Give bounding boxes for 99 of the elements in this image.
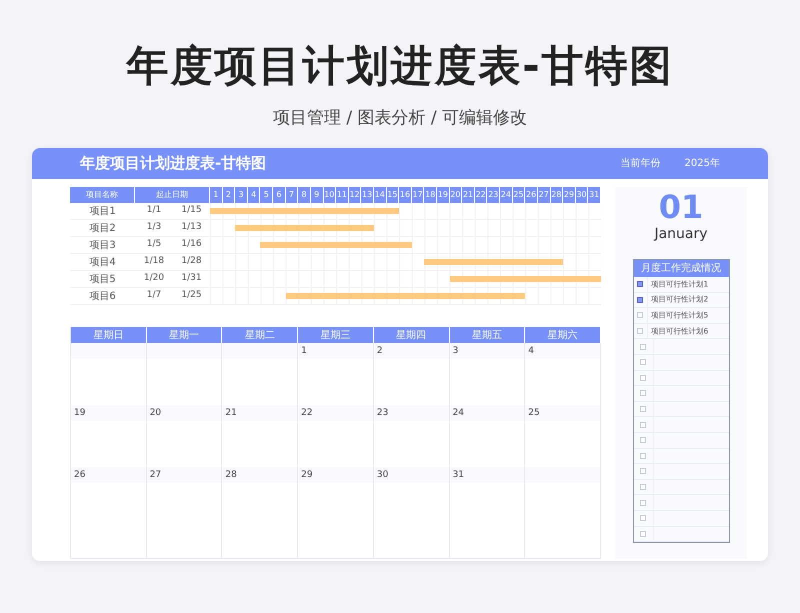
day-header: 14 — [374, 187, 387, 203]
day-header: 8 — [298, 187, 311, 203]
day-header: 4 — [248, 187, 260, 203]
day-header: 25 — [512, 187, 526, 203]
calendar-date: 2 — [376, 346, 383, 356]
start-date: 1/18 — [135, 254, 173, 271]
month-name: January — [654, 225, 708, 243]
calendar-date: 3 — [452, 346, 458, 356]
project-name: 项目1 — [70, 203, 135, 220]
day-header: 10 — [324, 187, 336, 203]
checkbox[interactable] — [640, 500, 646, 506]
day-header: 2 — [222, 187, 236, 203]
checkbox[interactable] — [640, 530, 646, 537]
checkbox[interactable] — [640, 406, 646, 412]
checkbox[interactable] — [640, 344, 646, 350]
calendar-date: 1 — [301, 346, 307, 356]
sheet-title: 年度项目计划进度表-甘特图 — [80, 153, 266, 174]
calendar-date: 23 — [376, 408, 388, 418]
weekday-header: 星期六 — [525, 327, 601, 343]
day-header: 9 — [310, 187, 324, 203]
checkbox[interactable] — [640, 374, 646, 381]
banner-subtitle: 项目管理 / 图表分析 / 可编辑修改 — [272, 107, 528, 130]
day-header: 3 — [235, 187, 248, 203]
day-header: 24 — [500, 187, 513, 203]
start-date: 1/3 — [135, 220, 173, 237]
day-header: 15 — [386, 187, 400, 203]
day-header: 12 — [348, 187, 362, 203]
day-header: 19 — [437, 187, 450, 203]
checkbox[interactable] — [637, 296, 644, 303]
calendar-date: 26 — [74, 470, 86, 480]
start-date: 1/20 — [135, 271, 173, 288]
checkbox[interactable] — [637, 281, 644, 288]
day-header: 18 — [424, 187, 438, 203]
calendar-date: 31 — [452, 470, 464, 480]
checkbox[interactable] — [640, 515, 646, 522]
checkbox[interactable] — [637, 312, 644, 318]
day-header: 22 — [474, 187, 488, 203]
checkbox[interactable] — [640, 468, 646, 474]
project-name: 项目2 — [70, 220, 135, 237]
checklist-title: 月度工作完成情况 — [634, 260, 728, 277]
day-header: 20 — [450, 187, 462, 203]
weekday-header: 星期一 — [146, 327, 222, 343]
checkbox[interactable] — [640, 437, 646, 444]
end-date: 1/25 — [173, 288, 210, 305]
weekday-header: 星期三 — [298, 327, 374, 343]
day-header: 21 — [462, 187, 475, 203]
project-name: 项目6 — [70, 288, 135, 305]
day-header: 29 — [563, 187, 576, 203]
year-label: 当前年份 — [620, 156, 661, 171]
calendar-date: 4 — [528, 346, 534, 356]
calendar-date: 29 — [301, 470, 313, 480]
month-number: 01 — [658, 189, 704, 225]
day-header: 23 — [487, 187, 500, 203]
start-date: 1/1 — [135, 203, 173, 220]
project-name: 项目3 — [70, 237, 135, 254]
day-header: 31 — [588, 187, 601, 203]
banner-title: 年度项目计划进度表-甘特图 — [124, 40, 675, 92]
checkbox[interactable] — [640, 422, 646, 428]
day-header: 30 — [576, 187, 588, 203]
day-header: 7 — [286, 187, 298, 203]
checkbox[interactable] — [640, 390, 646, 396]
day-header: 6 — [273, 187, 286, 203]
day-header: 11 — [336, 187, 349, 203]
weekday-header: 星期日 — [71, 327, 147, 343]
weekday-header: 星期四 — [374, 327, 450, 343]
calendar-date: 27 — [150, 470, 162, 480]
day-header: 28 — [550, 187, 564, 203]
day-header: 5 — [260, 187, 274, 203]
day-header: 27 — [538, 187, 551, 203]
calendar-date: 20 — [150, 408, 162, 418]
day-header: 13 — [361, 187, 374, 203]
weekday-header: 星期二 — [222, 327, 298, 343]
calendar-date: 28 — [225, 470, 237, 480]
day-header: 17 — [412, 187, 424, 203]
calendar-date: 19 — [74, 408, 86, 418]
project-name: 项目4 — [70, 254, 135, 271]
calendar-date: 30 — [376, 470, 388, 480]
calendar-date: 21 — [225, 408, 237, 418]
year-value: 2025年 — [684, 157, 720, 171]
calendar-date: 25 — [528, 408, 540, 418]
end-date: 1/31 — [173, 271, 210, 288]
calendar-date: 24 — [452, 408, 464, 418]
checkbox[interactable] — [637, 328, 644, 334]
end-date: 1/13 — [173, 220, 210, 237]
weekday-header: 星期五 — [450, 327, 526, 343]
checkbox[interactable] — [640, 452, 646, 459]
calendar-date: 22 — [301, 408, 313, 418]
project-name: 项目5 — [70, 271, 135, 288]
start-date: 1/5 — [135, 237, 173, 254]
day-header: 26 — [525, 187, 538, 203]
checkbox[interactable] — [640, 484, 646, 490]
start-date: 1/7 — [135, 288, 173, 305]
day-header: 1 — [210, 187, 223, 203]
end-date: 1/28 — [173, 254, 210, 271]
day-header: 16 — [399, 187, 412, 203]
column-header: 项目名称 — [70, 187, 135, 203]
checkbox[interactable] — [640, 359, 646, 366]
column-header: 起止日期 — [135, 187, 210, 203]
end-date: 1/16 — [173, 237, 210, 254]
